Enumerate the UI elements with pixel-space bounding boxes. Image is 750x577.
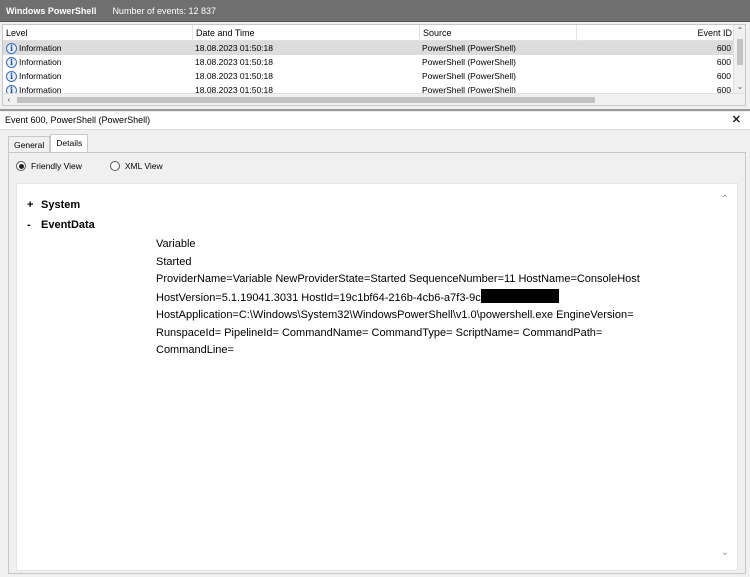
- log-title: Windows PowerShell: [6, 5, 97, 16]
- event-detail-title: Event 600, PowerShell (PowerShell): [5, 115, 151, 125]
- chevron-up-icon[interactable]: ⌃: [734, 25, 745, 37]
- row-event-id: 600: [716, 43, 731, 53]
- friendly-view-radio[interactable]: [16, 161, 26, 171]
- info-icon: i: [6, 42, 17, 54]
- redaction-block: [480, 288, 559, 303]
- grid-horizontal-scrollbar[interactable]: ‹: [3, 93, 745, 105]
- event-count: Number of events: 12 837: [112, 5, 216, 16]
- data-line: HostApplication=C:\Windows\System32\Wind…: [156, 309, 634, 321]
- window-title-bar: Windows PowerShell Number of events: 12 …: [0, 0, 750, 22]
- event-data-values: Variable Started ProviderName=Variable N…: [156, 236, 640, 360]
- row-source: PowerShell (PowerShell): [422, 71, 517, 81]
- chevron-up-icon[interactable]: ⌃: [721, 194, 729, 205]
- column-header-source[interactable]: Source: [419, 25, 576, 41]
- row-date: 18.08.2023 01:50:18: [195, 43, 273, 53]
- column-header-level[interactable]: Level: [3, 25, 192, 41]
- tab-general[interactable]: General: [8, 136, 51, 153]
- chevron-down-icon[interactable]: ⌄: [734, 81, 745, 93]
- friendly-view-panel: + System - EventData Variable Started Pr…: [16, 183, 738, 571]
- events-grid[interactable]: Level Date and Time Source Event ID i Inf…: [2, 24, 746, 106]
- column-header-event-id[interactable]: Event ID: [576, 25, 735, 41]
- collapse-toggle[interactable]: -: [27, 219, 41, 231]
- xml-view-radio[interactable]: [109, 161, 120, 171]
- scroll-thumb[interactable]: [737, 39, 743, 65]
- tree-label-eventdata: EventData: [41, 219, 95, 231]
- data-line: Variable: [156, 238, 196, 250]
- chevron-down-icon[interactable]: ⌄: [721, 547, 729, 558]
- data-line: RunspaceId= PipelineId= CommandName= Com…: [156, 326, 603, 339]
- tree-node-system[interactable]: + System: [27, 199, 80, 211]
- details-tab-body: Friendly View XML View + System - EventD…: [8, 152, 746, 574]
- event-row[interactable]: i Information 18.08.2023 01:50:18 PowerSh…: [3, 69, 735, 83]
- grid-header: Level Date and Time Source Event ID: [3, 25, 735, 41]
- data-line: ProviderName=Variable NewProviderState=S…: [156, 273, 640, 285]
- tree-label-system: System: [41, 199, 81, 211]
- data-line: Started: [156, 255, 192, 268]
- detail-tabs: General Details: [8, 134, 89, 153]
- event-row[interactable]: i Information 18.08.2023 01:50:18 PowerSh…: [3, 55, 735, 69]
- friendly-view-label[interactable]: Friendly View: [31, 161, 82, 171]
- row-event-id: 600: [716, 71, 731, 81]
- host-version-text: HostVersion=5.1.19041.3031 HostId=19c1bf…: [156, 291, 481, 304]
- row-event-id: 600: [716, 57, 731, 67]
- pane-splitter[interactable]: [0, 109, 750, 111]
- expand-toggle[interactable]: +: [27, 199, 41, 211]
- xml-view-label[interactable]: XML View: [125, 161, 163, 171]
- row-level: Information: [19, 57, 62, 67]
- row-source: PowerShell (PowerShell): [422, 57, 517, 67]
- data-line: CommandLine=: [156, 344, 234, 356]
- info-icon: i: [6, 70, 17, 82]
- column-header-date[interactable]: Date and Time: [192, 25, 419, 41]
- scroll-thumb[interactable]: [17, 97, 595, 103]
- view-options: Friendly View XML View: [16, 161, 191, 171]
- row-level: Information: [19, 43, 62, 53]
- row-level: Information: [19, 71, 62, 81]
- event-detail-header: Event 600, PowerShell (PowerShell) ✕: [0, 112, 750, 130]
- radio-selected-dot: [18, 163, 24, 169]
- tab-details[interactable]: Details: [50, 134, 89, 153]
- tree-node-eventdata[interactable]: - EventData: [27, 219, 95, 231]
- data-line: HostVersion=5.1.19041.3031 HostId=19c1bf…: [156, 288, 640, 308]
- chevron-left-icon[interactable]: ‹: [3, 94, 15, 105]
- info-icon: i: [6, 56, 17, 68]
- row-date: 18.08.2023 01:50:18: [195, 57, 273, 67]
- row-date: 18.08.2023 01:50:18: [195, 71, 273, 81]
- grid-vertical-scrollbar[interactable]: ⌃ ⌄: [733, 25, 745, 93]
- row-source: PowerShell (PowerShell): [422, 43, 517, 53]
- close-icon[interactable]: ✕: [732, 113, 741, 126]
- event-row[interactable]: i Information 18.08.2023 01:50:18 PowerSh…: [3, 41, 735, 55]
